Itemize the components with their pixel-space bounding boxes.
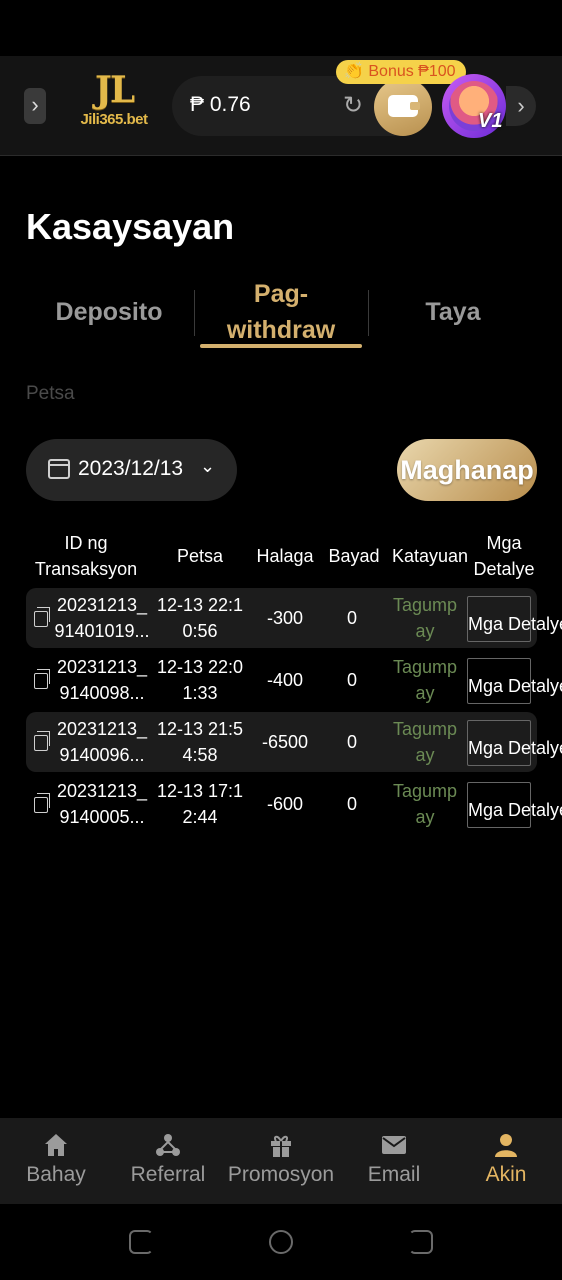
transaction-status: Tagump ay bbox=[392, 595, 458, 641]
transaction-amount: -600 bbox=[266, 794, 304, 814]
nav-label: Email bbox=[367, 1163, 421, 1186]
table-row: 20231213_ 91401019... 12-13 22:1 0:56 -3… bbox=[26, 588, 562, 648]
table-header: ID ng Transaksyon Petsa Halaga Bayad Kat… bbox=[26, 528, 538, 584]
date-picker[interactable]: 2023/12/13 ⌄ bbox=[26, 439, 237, 501]
nav-item-referral[interactable]: Referral bbox=[112, 1118, 224, 1204]
transaction-id: 20231213_ 9140096... bbox=[56, 719, 148, 765]
transaction-status: Tagump ay bbox=[392, 719, 458, 765]
gift-icon bbox=[271, 1135, 291, 1157]
transaction-status: Tagump ay bbox=[392, 657, 458, 703]
copy-icon[interactable] bbox=[34, 669, 50, 689]
tab-deposito[interactable]: Deposito bbox=[26, 272, 192, 352]
date-label: Petsa bbox=[26, 383, 75, 404]
transaction-status: Tagump ay bbox=[392, 781, 458, 827]
transaction-id: 20231213_ 9140005... bbox=[56, 781, 148, 827]
tab-taya[interactable]: Taya bbox=[370, 272, 536, 352]
logo-mark: JL bbox=[94, 69, 135, 111]
transaction-date: 12-13 22:0 1:33 bbox=[156, 657, 244, 703]
system-navigation-bar bbox=[0, 1204, 562, 1280]
chevron-right-icon[interactable]: › bbox=[24, 88, 46, 124]
home-icon bbox=[45, 1134, 67, 1156]
home-button-icon[interactable] bbox=[269, 1230, 293, 1254]
copy-icon[interactable] bbox=[34, 731, 50, 751]
tab-label: Pag- withdraw bbox=[226, 280, 336, 344]
logo-text: Jili365.bet bbox=[80, 111, 148, 128]
search-button[interactable]: Maghanap bbox=[397, 439, 537, 501]
column-header: Bayad bbox=[328, 546, 380, 566]
tab-divider bbox=[368, 290, 369, 336]
wallet-icon bbox=[388, 95, 420, 117]
transaction-date: 12-13 21:5 4:58 bbox=[156, 719, 244, 765]
nav-label: Bahay bbox=[26, 1163, 86, 1186]
transaction-id: 20231213_ 9140098... bbox=[56, 657, 148, 703]
table-row: 20231213_ 9140005... 12-13 17:1 2:44 -60… bbox=[26, 774, 562, 834]
nav-item-akin[interactable]: Akin bbox=[450, 1118, 562, 1204]
column-header: Halaga bbox=[256, 546, 314, 566]
nav-item-bahay[interactable]: Bahay bbox=[0, 1118, 112, 1204]
refresh-icon[interactable]: ↻ bbox=[340, 93, 366, 119]
date-value: 2023/12/13 bbox=[78, 457, 184, 480]
column-header: Mga Detalye bbox=[473, 533, 535, 579]
details-button[interactable]: Mga Detalye bbox=[467, 782, 562, 828]
table-row: 20231213_ 9140098... 12-13 22:0 1:33 -40… bbox=[26, 650, 562, 710]
transaction-fee: 0 bbox=[346, 794, 357, 814]
table-row: 20231213_ 9140096... 12-13 21:5 4:58 -65… bbox=[26, 712, 562, 772]
history-tabs: Deposito Pag- withdraw Taya bbox=[26, 272, 536, 358]
recent-apps-icon[interactable] bbox=[129, 1230, 153, 1254]
column-header: Katayuan bbox=[391, 546, 469, 566]
bonus-badge[interactable]: 👏 Bonus ₱100 bbox=[336, 60, 466, 84]
transaction-date: 12-13 17:1 2:44 bbox=[156, 781, 244, 827]
copy-icon[interactable] bbox=[34, 607, 50, 627]
transaction-fee: 0 bbox=[346, 732, 357, 752]
balance-value: ₱ 0.76 bbox=[190, 93, 251, 116]
details-button[interactable]: Mga Detalye bbox=[467, 596, 562, 642]
transaction-fee: 0 bbox=[346, 670, 357, 690]
chevron-down-icon: ⌄ bbox=[200, 456, 216, 476]
nav-label: Referral bbox=[130, 1163, 206, 1186]
tab-pag-withdraw[interactable]: Pag- withdraw bbox=[196, 272, 366, 352]
copy-icon[interactable] bbox=[34, 793, 50, 813]
page-title: Kasaysayan bbox=[26, 206, 235, 247]
chevron-right-icon[interactable]: › bbox=[506, 86, 536, 126]
user-icon bbox=[495, 1134, 517, 1157]
nav-label: Promosyon bbox=[227, 1163, 335, 1186]
transaction-date: 12-13 22:1 0:56 bbox=[156, 595, 244, 641]
column-header: Petsa bbox=[176, 546, 224, 566]
vip-level-badge: V1 bbox=[478, 110, 503, 132]
transaction-amount: -6500 bbox=[261, 732, 309, 752]
back-icon[interactable] bbox=[409, 1230, 433, 1254]
top-header: › JL Jili365.bet ₱ 0.76 ↻ 👏 Bonus ₱100 V… bbox=[0, 56, 562, 156]
nav-item-email[interactable]: Email bbox=[338, 1118, 450, 1204]
site-logo[interactable]: JL Jili365.bet bbox=[78, 70, 150, 142]
details-button[interactable]: Mga Detalye bbox=[467, 720, 562, 766]
active-tab-indicator bbox=[200, 344, 362, 348]
tab-divider bbox=[194, 290, 195, 336]
status-bar bbox=[0, 0, 562, 56]
transaction-fee: 0 bbox=[346, 608, 357, 628]
details-button[interactable]: Mga Detalye bbox=[467, 658, 562, 704]
mail-icon bbox=[382, 1136, 406, 1154]
bottom-navigation: Bahay Referral Promosyon Email Akin bbox=[0, 1118, 562, 1204]
transaction-id: 20231213_ 91401019... bbox=[54, 595, 150, 641]
nav-label: Akin bbox=[485, 1163, 527, 1186]
referral-icon bbox=[156, 1134, 180, 1156]
wallet-button[interactable] bbox=[374, 78, 432, 136]
nav-item-promosyon[interactable]: Promosyon bbox=[224, 1118, 338, 1204]
calendar-icon bbox=[48, 459, 70, 479]
transaction-amount: -400 bbox=[266, 670, 304, 690]
column-header: ID ng Transaksyon bbox=[34, 533, 138, 579]
transaction-amount: -300 bbox=[266, 608, 304, 628]
